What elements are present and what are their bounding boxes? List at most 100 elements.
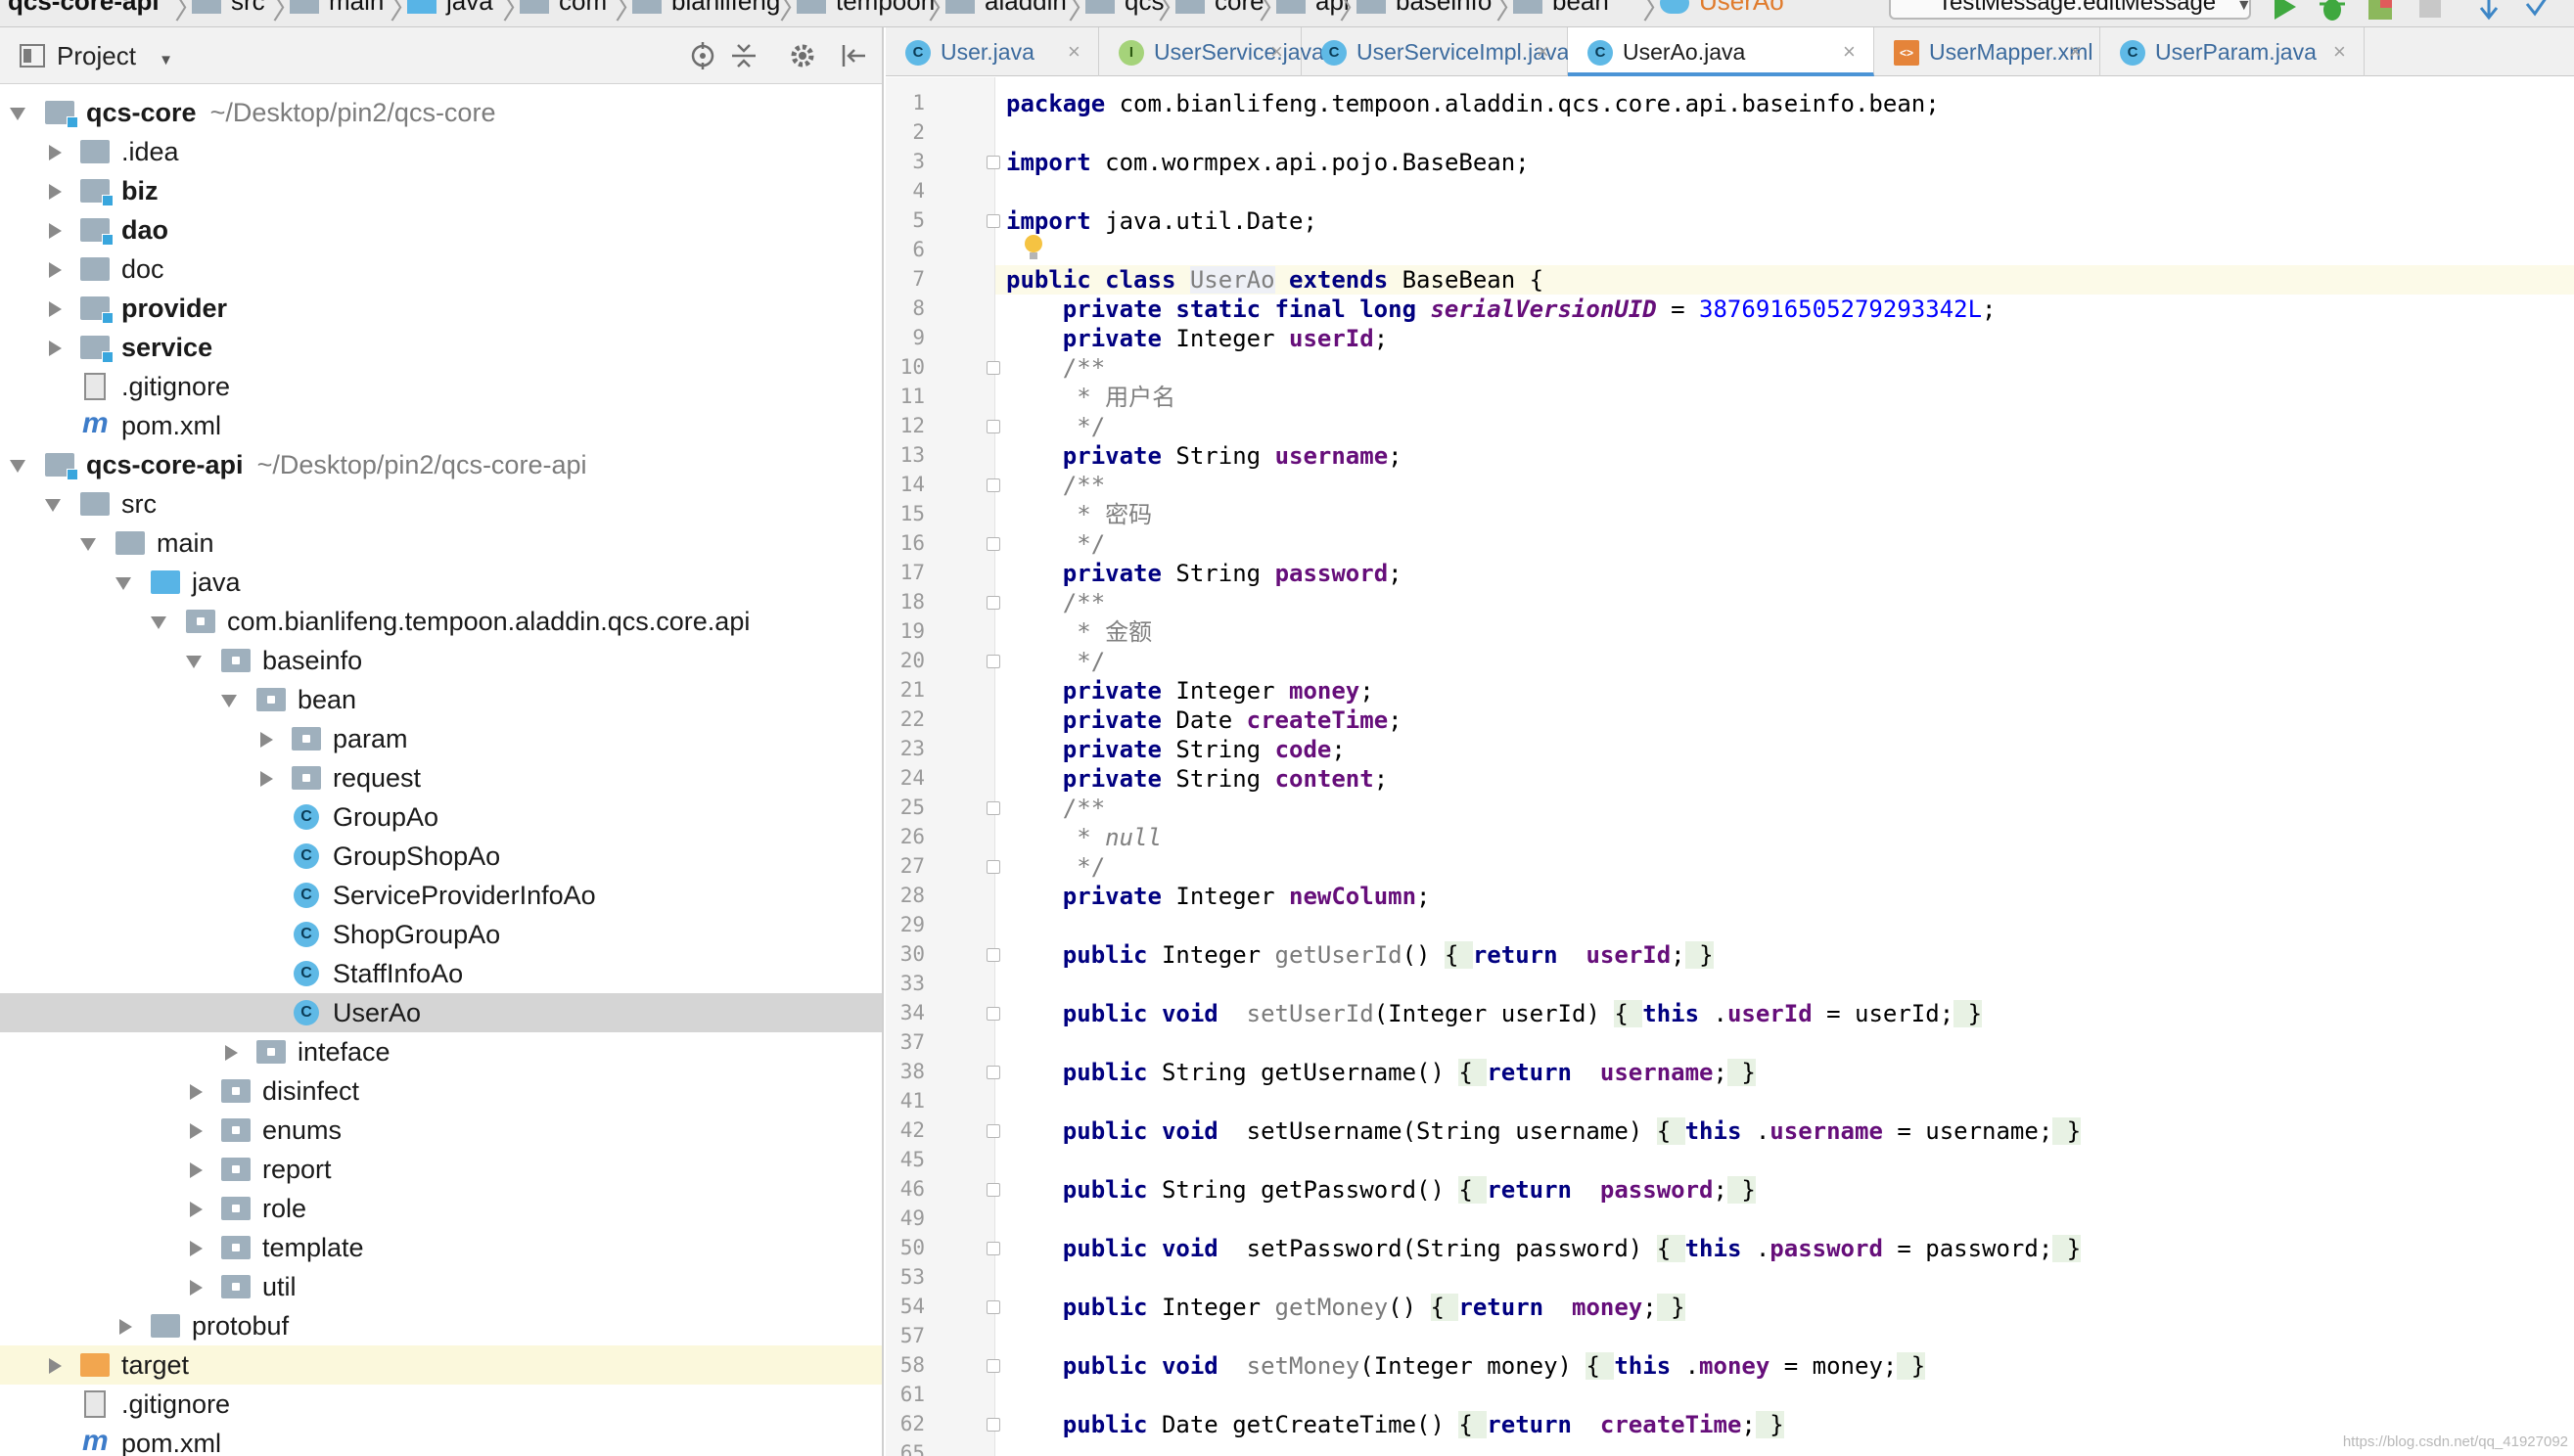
- tree-item[interactable]: C GroupAo: [0, 797, 882, 837]
- expand-arrow-icon[interactable]: [45, 499, 61, 512]
- tree-item[interactable]: src: [0, 484, 882, 523]
- close-tab-icon[interactable]: ×: [2333, 27, 2346, 76]
- code-line[interactable]: [1006, 1263, 2562, 1293]
- locate-file-icon[interactable]: [688, 41, 717, 70]
- fold-marker-icon[interactable]: [987, 1183, 1000, 1197]
- code-line[interactable]: public Integer getUserId() { return user…: [1006, 940, 2562, 970]
- fold-marker-icon[interactable]: [987, 1300, 1000, 1314]
- code-line[interactable]: /**: [1006, 471, 2562, 500]
- breadcrumb-item[interactable]: UserAo: [1660, 0, 1784, 17]
- lightbulb-icon[interactable]: [1023, 234, 1044, 261]
- code-line[interactable]: [1006, 1028, 2562, 1058]
- fold-marker-icon[interactable]: [987, 478, 1000, 492]
- editor-tab[interactable]: C UserAo.java ×: [1568, 27, 1874, 76]
- tree-item[interactable]: provider: [0, 289, 882, 328]
- breadcrumb-item[interactable]: qcs-core-api: [8, 0, 160, 17]
- collapse-arrow-icon[interactable]: [190, 1280, 203, 1296]
- tree-item[interactable]: baseinfo: [0, 641, 882, 680]
- tree-item[interactable]: m pom.xml: [0, 1424, 882, 1456]
- coverage-icon[interactable]: [2365, 0, 2398, 23]
- breadcrumb-item[interactable]: qcs: [1085, 0, 1164, 17]
- tree-item[interactable]: m pom.xml: [0, 406, 882, 445]
- code-line[interactable]: private static final long serialVersionU…: [1006, 295, 2562, 324]
- tree-item[interactable]: service: [0, 328, 882, 367]
- tree-item[interactable]: doc: [0, 250, 882, 289]
- hide-panel-icon[interactable]: [839, 41, 868, 70]
- code-line[interactable]: * null: [1006, 823, 2562, 852]
- code-line[interactable]: private String code;: [1006, 735, 2562, 764]
- collapse-arrow-icon[interactable]: [225, 1045, 238, 1061]
- collapse-arrow-icon[interactable]: [190, 1202, 203, 1217]
- breadcrumb-item[interactable]: src: [192, 0, 265, 17]
- code-line[interactable]: public String getUsername() { return use…: [1006, 1058, 2562, 1087]
- fold-marker-icon[interactable]: [987, 156, 1000, 169]
- code-editor[interactable]: 1 2 3 4 5 6 7 8 9 10 11 12 13 14 15 16 17 18 19 20 21 22 23 24 2…: [886, 77, 2574, 1456]
- breadcrumb-item[interactable]: bianlifeng: [632, 0, 780, 17]
- editor-tab[interactable]: I UserService.java ×: [1099, 27, 1324, 76]
- tree-item[interactable]: qcs-core-api ~/Desktop/pin2/qcs-core-api: [0, 445, 882, 484]
- tree-item[interactable]: C ShopGroupAo: [0, 915, 882, 954]
- expand-arrow-icon[interactable]: [80, 538, 96, 551]
- run-configuration-select[interactable]: TestMessage.editMessage ▼: [1889, 0, 2252, 20]
- fold-marker-icon[interactable]: [987, 1418, 1000, 1432]
- gear-icon[interactable]: [788, 41, 817, 70]
- collapse-all-icon[interactable]: [729, 41, 758, 70]
- code-line[interactable]: [1006, 1322, 2562, 1351]
- code-line[interactable]: public void setMoney(Integer money) { th…: [1006, 1351, 2562, 1381]
- tree-item[interactable]: request: [0, 758, 882, 797]
- collapse-arrow-icon[interactable]: [190, 1162, 203, 1178]
- fold-marker-icon[interactable]: [987, 537, 1000, 551]
- code-line[interactable]: public String getPassword() { return pas…: [1006, 1175, 2562, 1205]
- fold-marker-icon[interactable]: [987, 860, 1000, 874]
- close-tab-icon[interactable]: ×: [1843, 27, 1856, 76]
- expand-arrow-icon[interactable]: [221, 695, 237, 707]
- tree-item[interactable]: C ServiceProviderInfoAo: [0, 876, 882, 915]
- collapse-arrow-icon[interactable]: [49, 341, 62, 356]
- code-line[interactable]: private String username;: [1006, 441, 2562, 471]
- collapse-arrow-icon[interactable]: [190, 1084, 203, 1100]
- code-line[interactable]: public void setUserId(Integer userId) { …: [1006, 999, 2562, 1028]
- collapse-arrow-icon[interactable]: [190, 1123, 203, 1139]
- vcs-update-icon[interactable]: [2472, 0, 2505, 23]
- tree-item[interactable]: protobuf: [0, 1306, 882, 1345]
- tree-item[interactable]: enums: [0, 1111, 882, 1150]
- code-line[interactable]: package com.bianlifeng.tempoon.aladdin.q…: [1006, 89, 2562, 118]
- expand-arrow-icon[interactable]: [151, 616, 166, 629]
- tree-item[interactable]: bean: [0, 680, 882, 719]
- breadcrumb-item[interactable]: aladdin: [945, 0, 1067, 17]
- vcs-commit-icon[interactable]: [2521, 0, 2554, 23]
- code-line[interactable]: /**: [1006, 588, 2562, 617]
- debug-icon[interactable]: [2316, 0, 2349, 23]
- tree-item[interactable]: inteface: [0, 1032, 882, 1071]
- code-line[interactable]: [1006, 970, 2562, 999]
- code-line[interactable]: */: [1006, 412, 2562, 441]
- code-line[interactable]: * 密码: [1006, 500, 2562, 529]
- collapse-arrow-icon[interactable]: [49, 145, 62, 160]
- code-line[interactable]: private Integer userId;: [1006, 324, 2562, 353]
- code-line[interactable]: private String content;: [1006, 764, 2562, 794]
- editor-tab[interactable]: C UserParam.java ×: [2100, 27, 2365, 76]
- code-line[interactable]: import java.util.Date;: [1006, 206, 2562, 236]
- expand-arrow-icon[interactable]: [10, 460, 25, 473]
- code-line[interactable]: */: [1006, 647, 2562, 676]
- code-line[interactable]: * 金额: [1006, 617, 2562, 647]
- code-line[interactable]: public void setPassword(String password)…: [1006, 1234, 2562, 1263]
- breadcrumb-item[interactable]: bean: [1513, 0, 1609, 17]
- tree-item[interactable]: biz: [0, 171, 882, 210]
- code-line[interactable]: /**: [1006, 353, 2562, 383]
- close-tab-icon[interactable]: ×: [1270, 27, 1283, 76]
- close-tab-icon[interactable]: ×: [1537, 27, 1549, 76]
- fold-marker-icon[interactable]: [987, 361, 1000, 375]
- breadcrumb-item[interactable]: baseinfo: [1356, 0, 1492, 17]
- breadcrumb-item[interactable]: tempoon: [797, 0, 935, 17]
- editor-tab[interactable]: <> UserMapper.xml ×: [1874, 27, 2100, 76]
- tree-item[interactable]: disinfect: [0, 1071, 882, 1111]
- code-line[interactable]: private Integer newColumn;: [1006, 882, 2562, 911]
- stop-icon[interactable]: [2413, 0, 2447, 23]
- collapse-arrow-icon[interactable]: [49, 184, 62, 200]
- fold-marker-icon[interactable]: [987, 420, 1000, 433]
- tree-item[interactable]: C StaffInfoAo: [0, 954, 882, 993]
- code-line[interactable]: public class UserAo extends BaseBean {: [1006, 265, 2562, 295]
- fold-marker-icon[interactable]: [987, 1359, 1000, 1373]
- editor-tab[interactable]: C User.java ×: [886, 27, 1099, 76]
